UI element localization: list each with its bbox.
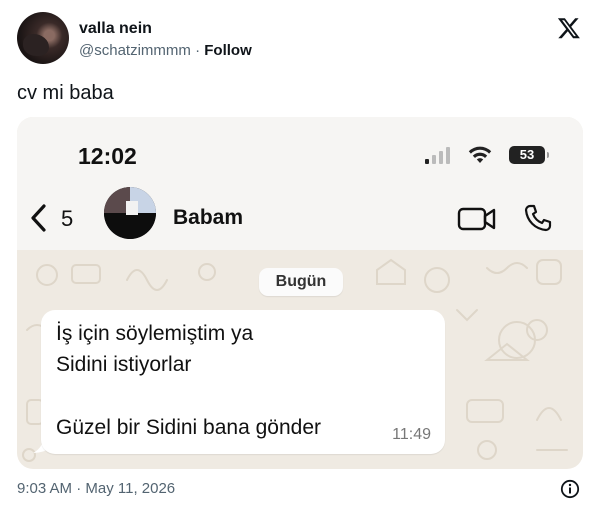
message-line-1: İş için söylemiştim ya <box>56 322 254 345</box>
contact-name[interactable]: Babam <box>173 206 243 230</box>
chevron-left-icon[interactable] <box>29 203 49 233</box>
battery-indicator: 53 <box>509 146 549 164</box>
message-time: 11:49 <box>392 426 431 443</box>
follow-button[interactable]: Follow <box>204 42 252 59</box>
separator-dot: · <box>195 42 201 59</box>
phone-icon[interactable] <box>523 203 553 233</box>
tweet-text: cv mi baba <box>17 82 114 104</box>
message-line-2: Sidini istiyorlar <box>56 353 192 376</box>
tweet-media-image[interactable]: 12:02 53 5 Babam Bugün İş için söylemişt… <box>17 117 583 469</box>
video-call-icon[interactable] <box>457 205 497 233</box>
message-bubble[interactable]: İş için söylemiştim ya Sidini istiyorlar… <box>41 310 445 454</box>
unread-chats-count[interactable]: 5 <box>61 206 73 232</box>
x-logo-icon[interactable] <box>557 16 581 40</box>
status-bar-icons: 53 <box>425 144 549 166</box>
date-separator-label: Bugün <box>259 268 343 296</box>
author-avatar[interactable] <box>17 12 69 64</box>
tweet-header: valla nein @schatzimmmm · Follow <box>17 12 583 66</box>
tweet-timestamp[interactable]: 9:03 AM · May 11, 2026 <box>17 480 175 497</box>
info-icon[interactable] <box>560 479 580 499</box>
author-handle[interactable]: @schatzimmmm <box>79 42 191 59</box>
phone-header-area <box>17 117 583 250</box>
wifi-icon <box>468 146 492 163</box>
message-line-3: Güzel bir Sidini bana gönder <box>56 416 322 439</box>
contact-avatar[interactable] <box>104 187 156 239</box>
status-bar-time: 12:02 <box>78 143 137 169</box>
author-name[interactable]: valla nein <box>79 20 152 38</box>
author-handle-line: @schatzimmmm · Follow <box>79 42 252 59</box>
signal-icon <box>425 147 450 164</box>
